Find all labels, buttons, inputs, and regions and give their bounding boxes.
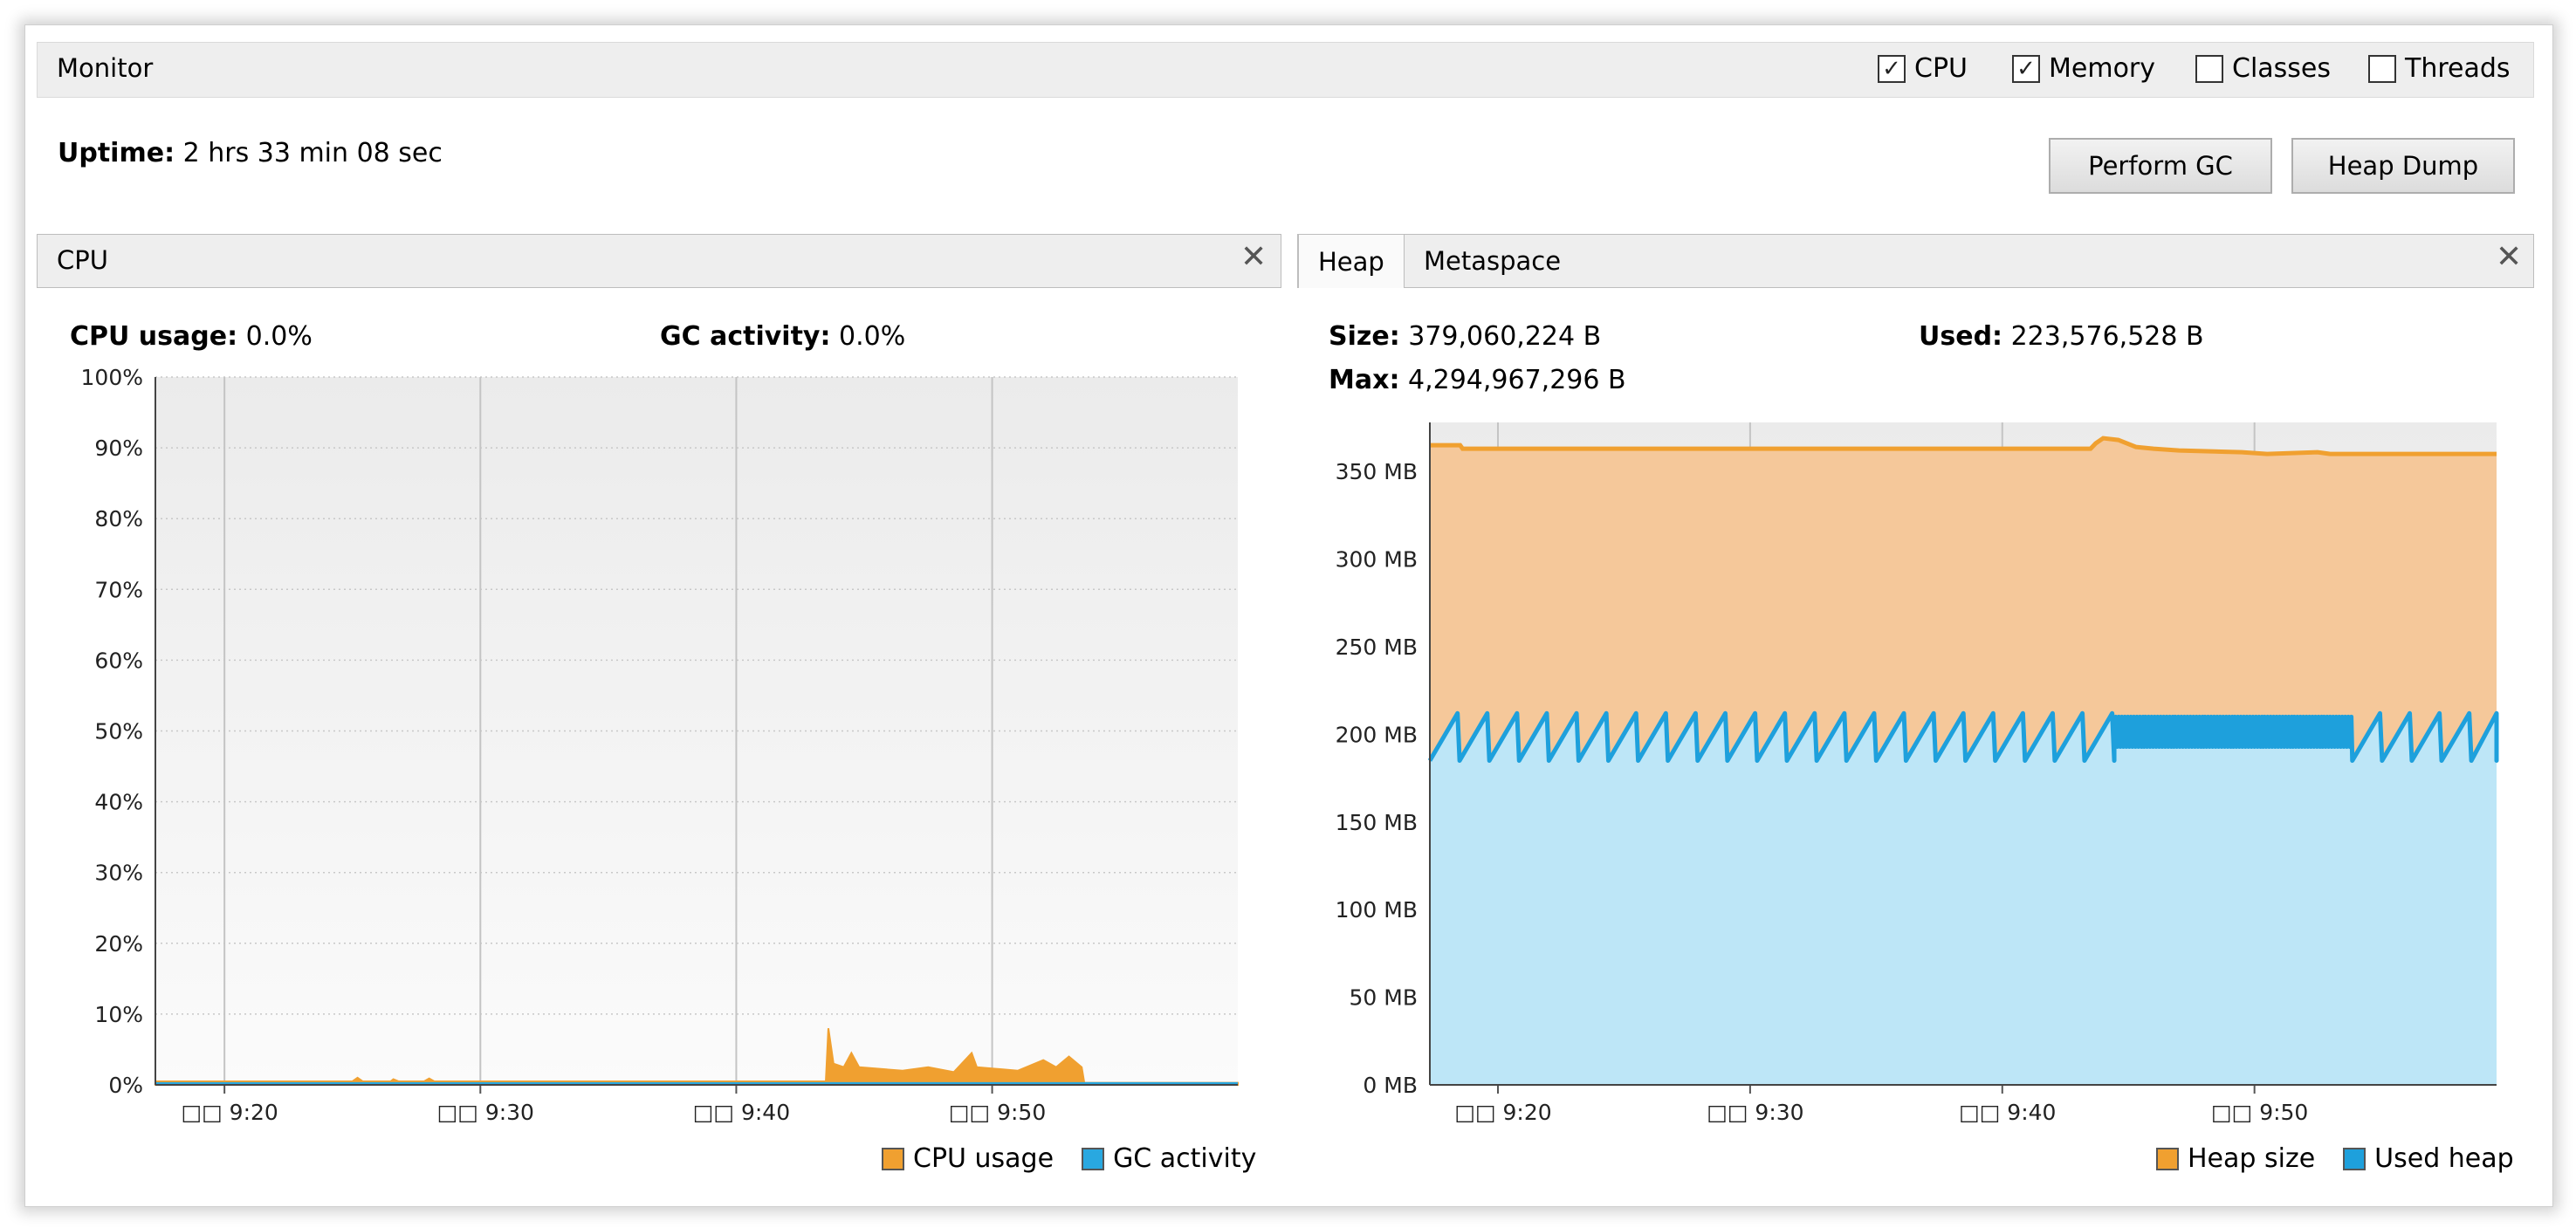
y-tick-label: 250 MB (1336, 635, 1418, 660)
x-tick-label: □□ 9:50 (2211, 1100, 2308, 1125)
y-tick-label: 350 MB (1336, 459, 1418, 484)
y-tick-label: 0 MB (1363, 1073, 1418, 1098)
heap-chart: 0 MB 50 MB 100 MB 150 MB 200 MB 250 MB 300 MB 3… (1336, 422, 2499, 1125)
x-tick-label: □□ 9:20 (1454, 1100, 1551, 1125)
y-tick-label: 300 MB (1336, 547, 1418, 573)
y-tick-label: 100 MB (1336, 897, 1418, 923)
used-heap-legend-label: Used heap (2374, 1143, 2514, 1174)
y-tick-label: 200 MB (1336, 722, 1418, 747)
heap-size-legend-label: Heap size (2188, 1143, 2316, 1174)
heap-legend: Heap size Used heap (2156, 1143, 2514, 1174)
used-heap-swatch (2343, 1147, 2366, 1170)
used-heap-area (1430, 713, 2497, 1085)
heap-size-swatch (2156, 1147, 2179, 1170)
x-tick-label: □□ 9:40 (1959, 1100, 2056, 1125)
x-tick-label: □□ 9:30 (1707, 1100, 1803, 1125)
y-tick-label: 150 MB (1336, 810, 1418, 835)
y-tick-label: 50 MB (1350, 985, 1418, 1011)
